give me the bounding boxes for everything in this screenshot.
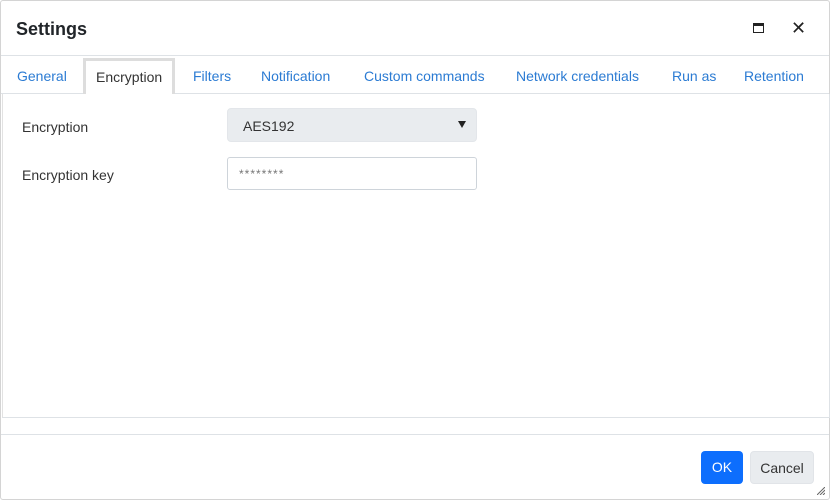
tab-network-credentials[interactable]: Network credentials (516, 60, 639, 94)
tab-filters[interactable]: Filters (193, 60, 231, 94)
tab-encryption[interactable]: Encryption (83, 58, 176, 94)
cancel-button[interactable]: Cancel (750, 451, 814, 484)
encryption-label: Encryption (22, 119, 89, 135)
encryption-key-label: Encryption key (22, 167, 114, 183)
tab-notification[interactable]: Notification (261, 60, 330, 94)
tab-general[interactable]: General (17, 60, 67, 94)
caret-down-icon (458, 121, 466, 128)
tab-bar: General Encryption Filters Notification … (1, 57, 829, 94)
resize-grip-icon[interactable] (817, 487, 825, 495)
ok-button[interactable]: OK (701, 451, 743, 484)
tab-run-as[interactable]: Run as (672, 60, 716, 94)
footer-divider (1, 434, 829, 435)
encryption-panel (2, 94, 830, 418)
dialog-title: Settings (16, 19, 88, 39)
encryption-select-value: AES192 (243, 118, 295, 134)
dialog-header: Settings ✕ (1, 1, 829, 56)
encryption-key-input[interactable] (227, 157, 477, 190)
maximize-icon[interactable] (753, 23, 764, 33)
tab-custom-commands[interactable]: Custom commands (364, 60, 485, 94)
encryption-select[interactable]: AES192 (227, 108, 477, 142)
tab-retention[interactable]: Retention (744, 60, 804, 94)
settings-dialog: Settings ✕ General Encryption Filters No… (0, 0, 830, 500)
close-icon[interactable]: ✕ (791, 18, 806, 38)
